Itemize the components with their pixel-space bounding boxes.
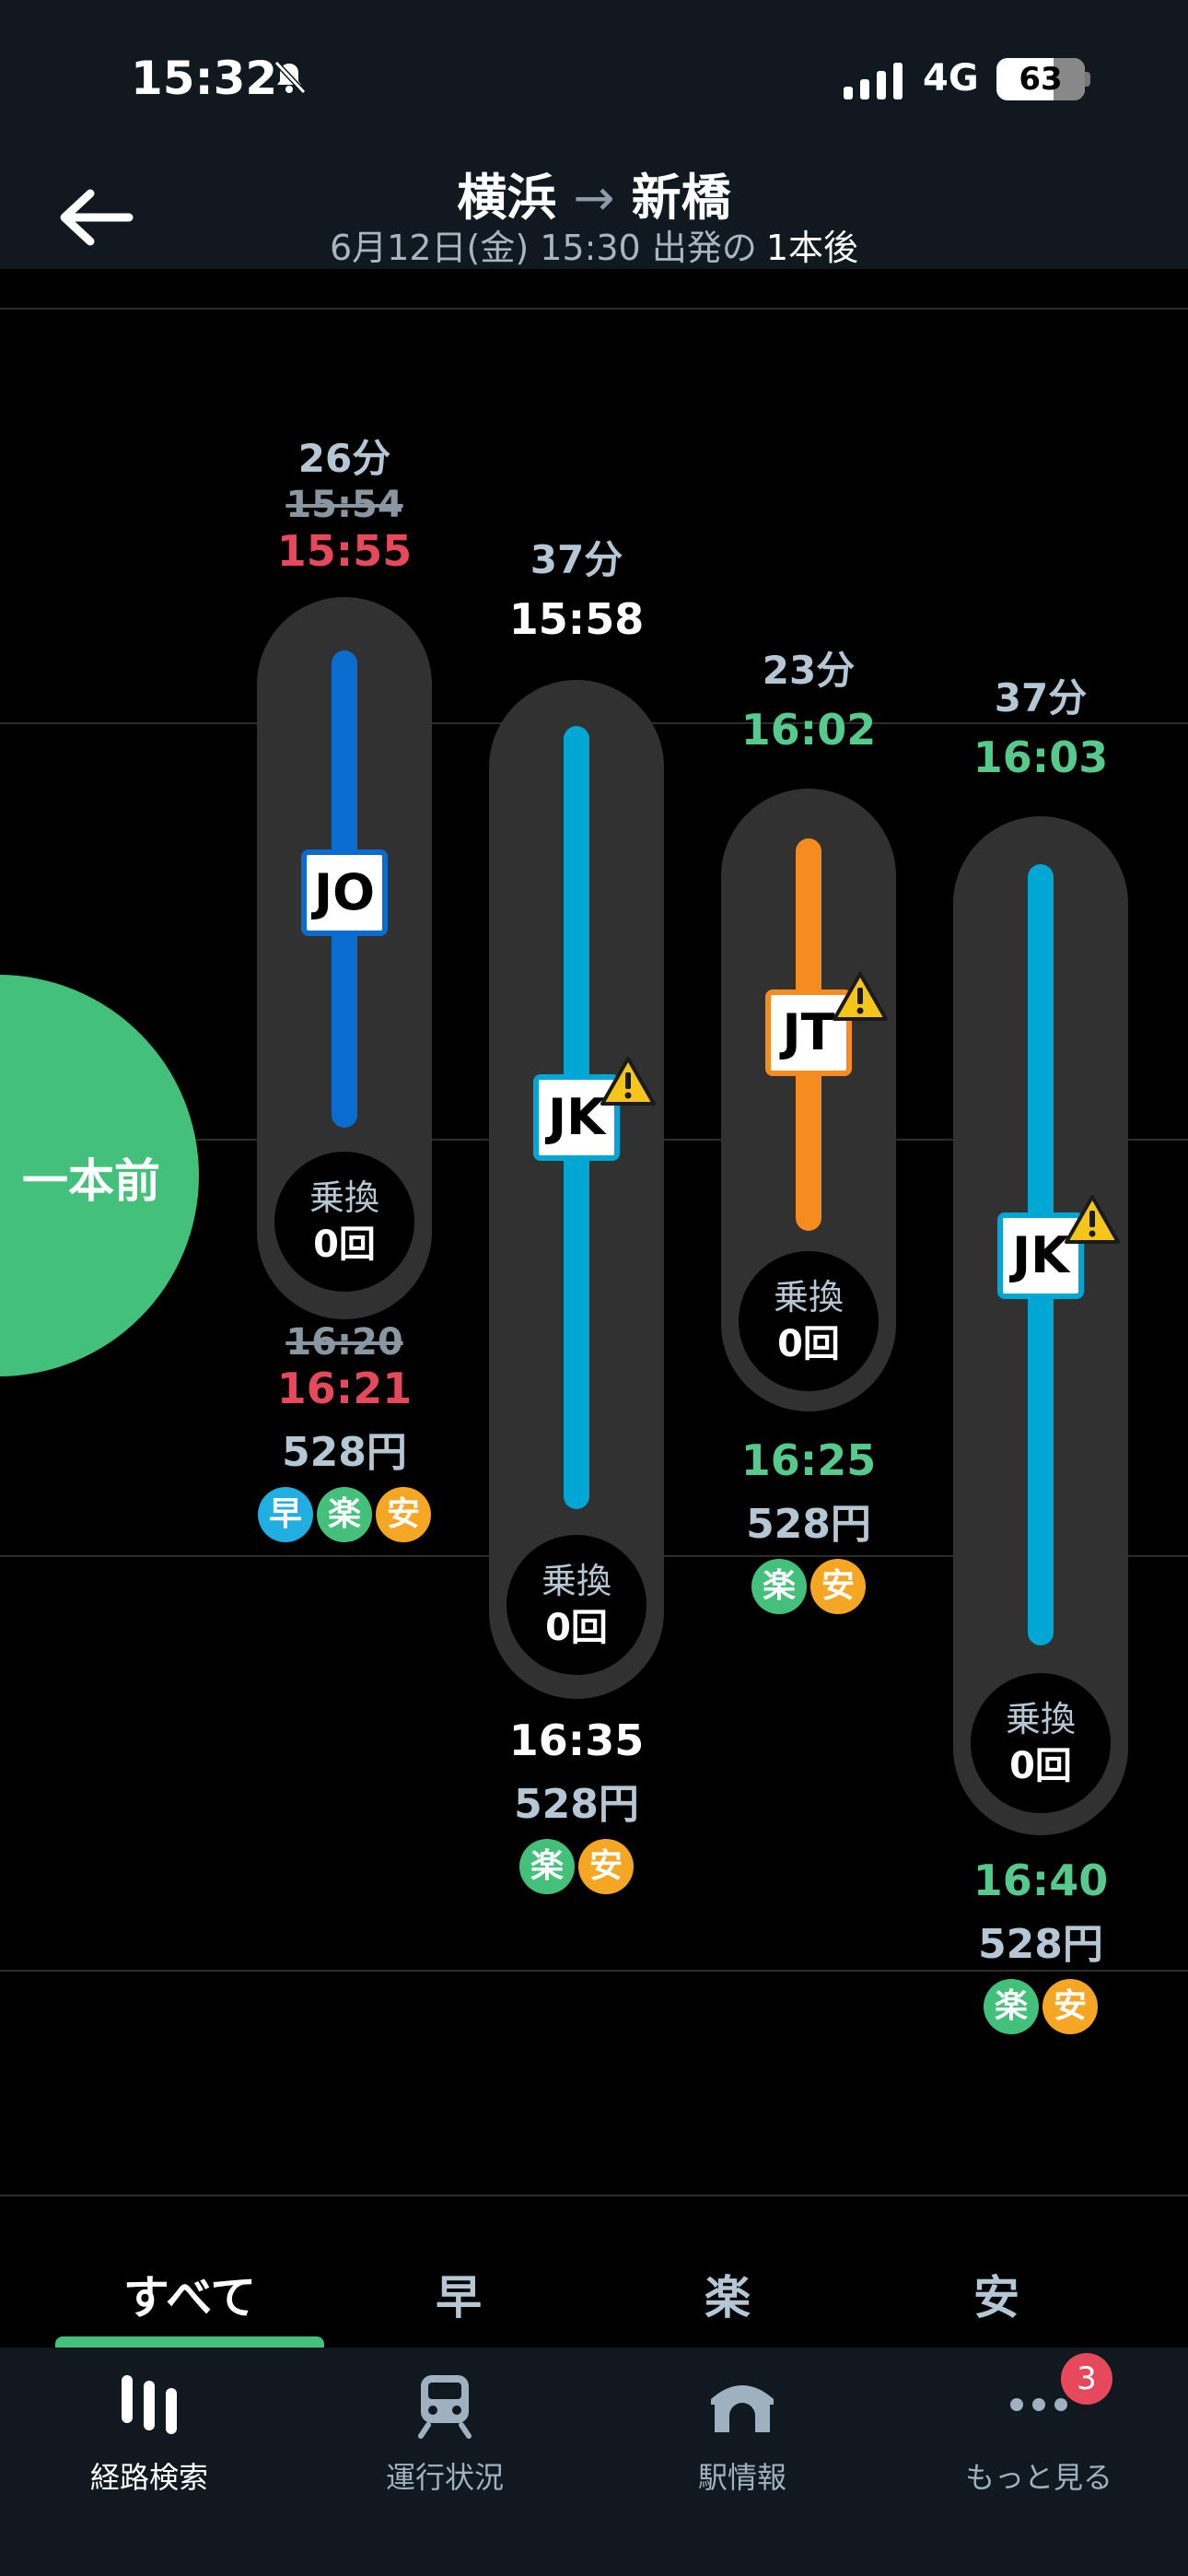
transfer-label: 乗換: [309, 1177, 379, 1218]
route-departure: 37分 15:58: [489, 529, 664, 644]
grid-line: [0, 308, 1188, 310]
route-tags: 楽 安: [721, 1559, 896, 1614]
shift-label: 1本後: [765, 228, 859, 268]
route-departure: 37分 16:03: [953, 667, 1128, 782]
transfer-count: 乗換 0回: [739, 1251, 879, 1391]
warning-icon: [833, 972, 888, 1021]
transfer-count: 乗換 0回: [507, 1535, 646, 1675]
network-type: 4G: [923, 57, 979, 100]
notification-badge: 3: [1061, 2353, 1112, 2405]
fare: 528円: [282, 1429, 407, 1476]
transfer-label: 乗換: [773, 1277, 844, 1317]
station-icon: [711, 2385, 774, 2432]
route-arrival: 16:25 528円 楽 安: [721, 1435, 896, 1614]
nav-more[interactable]: もっと見る: [901, 2368, 1177, 2497]
duration: 23分: [762, 648, 856, 693]
arrival-time: 16:21: [276, 1364, 413, 1413]
duration: 37分: [530, 537, 623, 582]
arrival-time: 16:40: [973, 1856, 1109, 1905]
train-icon: [418, 2375, 472, 2439]
departure-time: 16:03: [973, 732, 1109, 782]
nav-label: 運行状況: [385, 2460, 504, 2495]
warning-icon: [1065, 1195, 1120, 1244]
filter-tabs: すべて 早 楽 安: [0, 2195, 1188, 2349]
tab-fastest[interactable]: 早: [324, 2261, 593, 2327]
tag-cheapest: 安: [578, 1839, 634, 1894]
bottom-nav: 経路検索 運行状況 駅情報 もっと見る: [0, 2348, 1188, 2576]
arrival-time: 16:35: [508, 1715, 645, 1765]
from-station: 横浜: [457, 169, 557, 227]
route-capsule: JO 乗換 0回: [257, 597, 432, 1319]
transfer-value: 0回: [313, 1224, 376, 1266]
header: 横浜 → 新橋 6月12日(金) 15:30 出発の 1本後: [0, 138, 1188, 269]
status-time: 15:32: [131, 52, 278, 105]
status-bar: 15:32 4G 63: [0, 0, 1188, 138]
previous-train-label: 一本前: [22, 1154, 160, 1208]
route-comparison-area: 一本前 26分 15:54 15:55 JO 乗換 0回 16:20 16:21…: [0, 269, 1188, 2195]
fare: 528円: [978, 1921, 1103, 1968]
departure-time: 16:02: [740, 705, 877, 755]
tag-cheapest: 安: [376, 1487, 431, 1542]
departure-time: 15:55: [276, 526, 413, 576]
route-capsule: JT 乗換 0回: [721, 789, 896, 1411]
route-arrival: 16:40 528円 楽 安: [953, 1856, 1128, 2034]
duration: 37分: [994, 675, 1088, 720]
route-tags: 楽 安: [953, 1979, 1128, 2034]
transfer-value: 0回: [777, 1323, 840, 1365]
duration: 26分: [297, 436, 391, 481]
route-arrival: 16:20 16:21 528円 早 楽 安: [257, 1321, 432, 1542]
route-departure: 23分 16:02: [721, 639, 896, 755]
nav-station-info[interactable]: 駅情報: [604, 2368, 880, 2497]
transfer-label: 乗換: [1005, 1699, 1076, 1739]
arrival-time: 16:25: [740, 1435, 877, 1485]
nav-service-status[interactable]: 運行状況: [307, 2368, 583, 2497]
warning-icon: [600, 1057, 656, 1106]
nav-label: もっと見る: [964, 2460, 1112, 2495]
fare: 528円: [746, 1501, 871, 1548]
scheduled-departure: 15:54: [285, 484, 403, 526]
signal-icon: [844, 63, 903, 100]
tag-easiest: 楽: [751, 1559, 807, 1614]
arrow-right-icon: →: [573, 169, 615, 227]
route-capsule: JK 乗換 0回: [489, 680, 664, 1699]
tag-easiest: 楽: [984, 1979, 1039, 2034]
battery-icon: 63: [996, 58, 1085, 100]
scheduled-arrival: 16:20: [285, 1321, 403, 1364]
battery-nub: [1085, 72, 1090, 87]
fare: 528円: [514, 1781, 639, 1828]
tag-easiest: 楽: [519, 1839, 575, 1894]
tab-all[interactable]: すべて: [55, 2261, 324, 2327]
route-capsule: JK 乗換 0回: [953, 816, 1128, 1835]
nav-label: 駅情報: [697, 2460, 786, 2495]
search-subtitle: 6月12日(金) 15:30 出発の 1本後: [0, 219, 1188, 270]
route-arrival: 16:35 528円 楽 安: [489, 1715, 664, 1894]
transfer-label: 乗換: [541, 1561, 611, 1601]
tag-fastest: 早: [258, 1487, 313, 1542]
departure-info: 6月12日(金) 15:30 出発の: [329, 228, 757, 268]
to-station: 新橋: [631, 169, 731, 227]
transfer-count: 乗換 0回: [971, 1673, 1111, 1813]
tag-cheapest: 安: [810, 1559, 866, 1614]
tag-easiest: 楽: [317, 1487, 372, 1542]
nav-label: 経路検索: [89, 2460, 208, 2495]
transfer-value: 0回: [545, 1607, 608, 1649]
tab-cheapest[interactable]: 安: [862, 2261, 1131, 2327]
transfer-value: 0回: [1009, 1745, 1072, 1787]
departure-time: 15:58: [508, 594, 645, 644]
route-tags: 早 楽 安: [257, 1487, 432, 1542]
battery-level: 63: [1019, 61, 1063, 98]
transfer-count: 乗換 0回: [274, 1152, 414, 1292]
route-search-icon: [122, 2375, 177, 2434]
route-tags: 楽 安: [489, 1839, 664, 1894]
tab-easiest[interactable]: 楽: [593, 2261, 862, 2327]
nav-route-search[interactable]: 経路検索: [11, 2368, 287, 2497]
route-departure: 26分 15:54 15:55: [257, 427, 432, 576]
bell-muted-icon: [274, 60, 307, 95]
tag-cheapest: 安: [1042, 1979, 1098, 2034]
line-badge-jo: JO: [301, 849, 388, 936]
